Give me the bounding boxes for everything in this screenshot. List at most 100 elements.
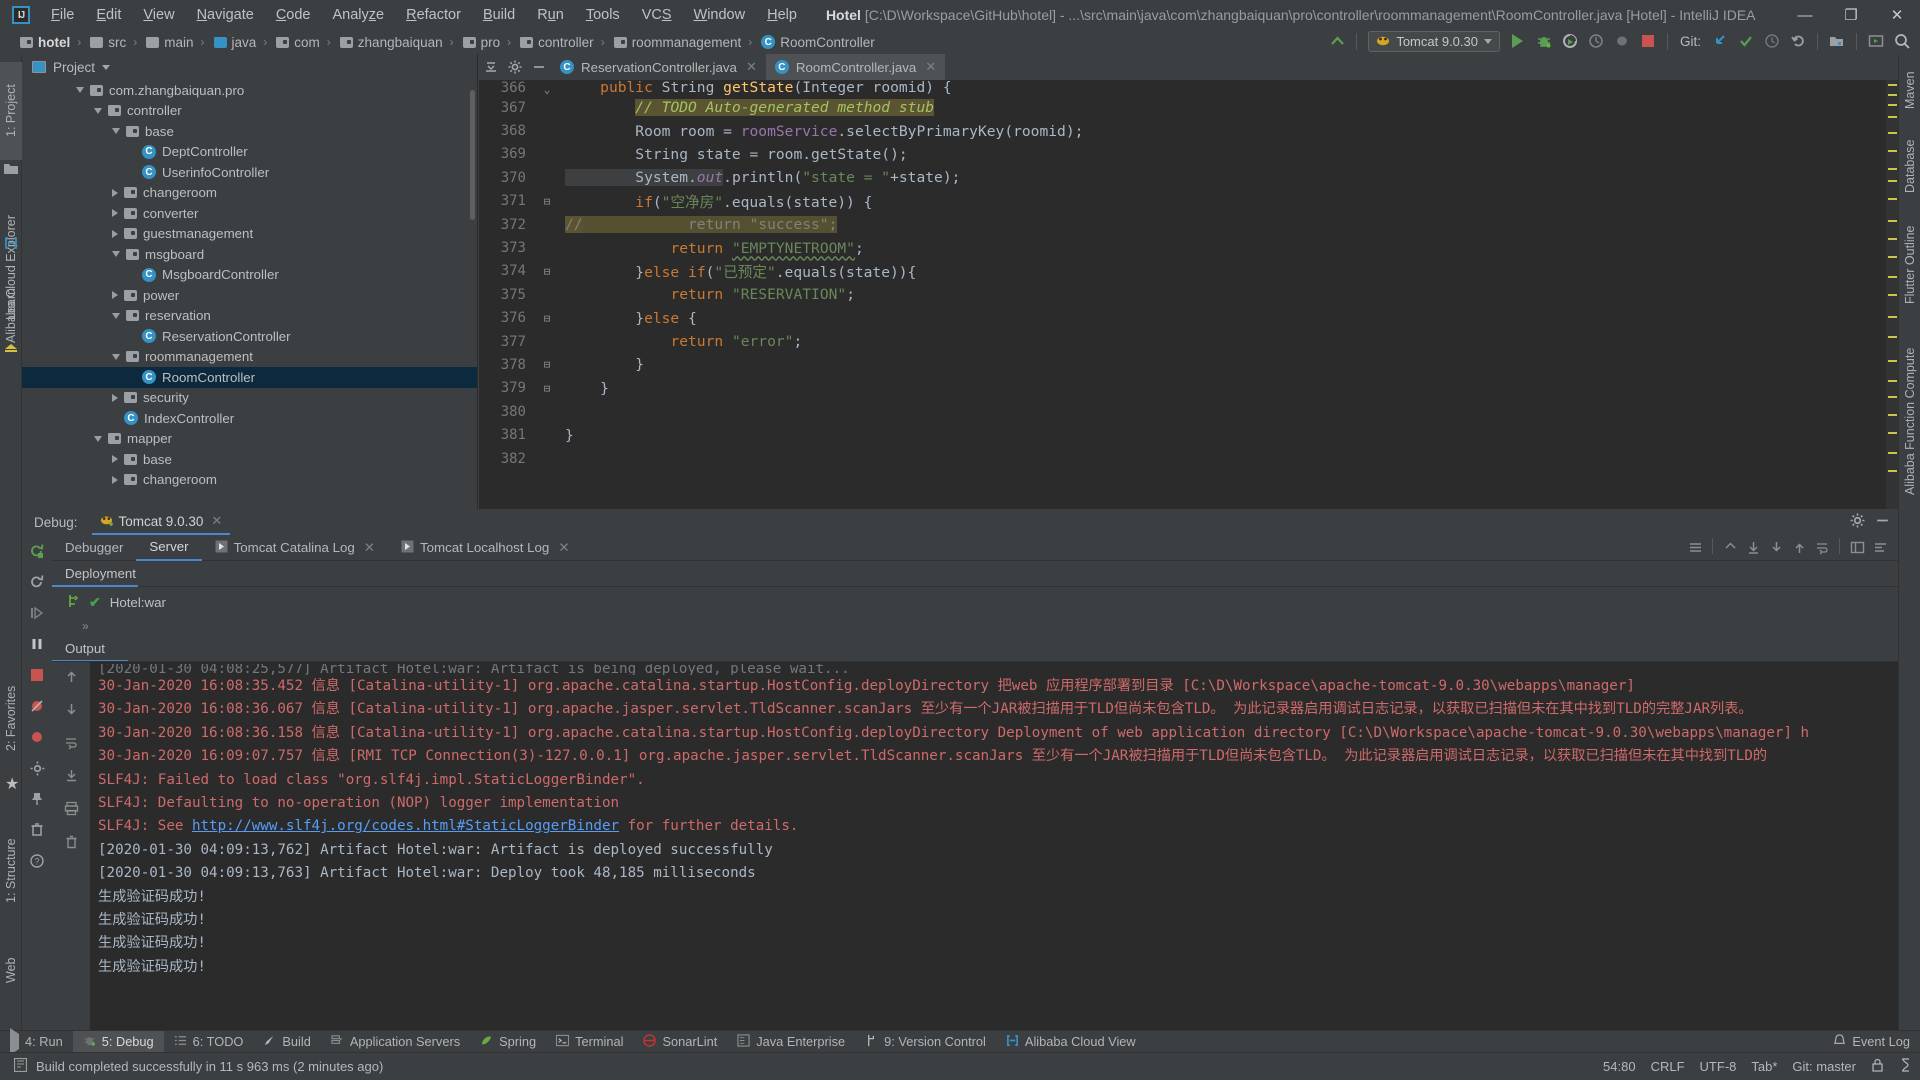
close-icon[interactable]: ✕ — [364, 540, 375, 556]
toolwindow-alibaba-cloud-view[interactable]: Alibaba Cloud View — [996, 1031, 1146, 1053]
help-icon[interactable]: ? — [27, 851, 47, 871]
breadcrumb-item-pro[interactable]: pro — [457, 35, 500, 50]
menu-help[interactable]: Help — [756, 3, 808, 27]
code-line[interactable]: 371 ⊟ if("空净房".equals(state)) { — [479, 190, 1898, 213]
sidebar-item-learn[interactable]: Learn — [0, 276, 22, 332]
indent-setting[interactable]: Tab* — [1751, 1059, 1777, 1074]
tree-node[interactable]: com.zhangbaiquan.pro — [22, 80, 477, 101]
sidebar-item-database[interactable]: Database — [1899, 130, 1920, 202]
debug-button[interactable] — [1532, 29, 1556, 53]
run-button[interactable] — [1506, 29, 1530, 53]
deployment-tab[interactable]: Deployment — [52, 561, 138, 587]
history-icon[interactable] — [1760, 29, 1784, 53]
tab-tomcat-localhost-log[interactable]: Tomcat Localhost Log ✕ — [388, 535, 583, 561]
fold-collapse-icon[interactable]: ⊟ — [535, 382, 559, 395]
deployment-artifact-row[interactable]: ✔ Hotel:war — [52, 587, 1898, 611]
sidebar-item-flutter-outline[interactable]: Flutter Outline — [1899, 212, 1920, 318]
menu-view[interactable]: View — [132, 3, 185, 27]
event-log-button[interactable]: Event Log — [1833, 1033, 1920, 1050]
tree-node[interactable]: base — [22, 449, 477, 470]
fold-collapse-icon[interactable]: ⊟ — [535, 312, 559, 325]
sidebar-item-favorites[interactable]: 2: Favorites — [0, 664, 22, 772]
menu-analyze[interactable]: Analyze — [322, 3, 396, 27]
soft-wrap-icon[interactable] — [1812, 538, 1832, 558]
code-line[interactable]: 372 // return "success"; — [479, 213, 1898, 236]
tree-node[interactable]: C MsgboardController — [22, 265, 477, 286]
list-icon[interactable] — [1685, 538, 1705, 558]
collapse-arrow-icon[interactable] — [112, 393, 118, 402]
tree-node[interactable]: C UserinfoController — [22, 162, 477, 183]
close-button[interactable]: ✕ — [1874, 0, 1920, 30]
toolwindow-spring[interactable]: Spring — [470, 1031, 546, 1053]
tree-node[interactable]: roommanagement — [22, 347, 477, 368]
deployment-expand[interactable]: » — [52, 619, 1898, 633]
editor-marker-gutter[interactable] — [1886, 80, 1898, 509]
attach-debugger-icon[interactable] — [1610, 29, 1634, 53]
line-separator[interactable]: CRLF — [1651, 1059, 1685, 1074]
fold-collapse-icon[interactable]: ⊟ — [535, 195, 559, 208]
menu-file[interactable]: File — [40, 3, 85, 27]
hide-panel-icon[interactable] — [527, 55, 551, 79]
console-output[interactable]: [2020-01-30 04:08:25,577] Artifact Hotel… — [90, 662, 1898, 1052]
expand-arrow-icon[interactable] — [94, 435, 102, 442]
expand-arrow-icon[interactable] — [112, 312, 120, 319]
tree-node[interactable]: C ReservationController — [22, 326, 477, 347]
code-line[interactable]: 370 System.out.println("state = "+state)… — [479, 166, 1898, 189]
code-line[interactable]: 368 Room room = roomService.selectByPrim… — [479, 119, 1898, 142]
rerun-icon[interactable] — [27, 541, 47, 561]
toolwindow-version-control[interactable]: 9: Version Control — [855, 1031, 996, 1053]
breadcrumb-item-roomcontroller[interactable]: C RoomController — [755, 35, 875, 50]
close-icon[interactable]: ✕ — [558, 540, 569, 556]
mute-breakpoints-icon[interactable] — [27, 696, 47, 716]
profile-button[interactable] — [1584, 29, 1608, 53]
tree-node[interactable]: guestmanagement — [22, 224, 477, 245]
layout-icon[interactable] — [1847, 538, 1867, 558]
select-in-project-icon[interactable] — [1825, 29, 1849, 53]
resume-icon[interactable] — [27, 603, 47, 623]
scroll-down-icon[interactable] — [61, 699, 81, 719]
close-icon[interactable]: ✕ — [211, 513, 222, 529]
update-project-icon[interactable] — [1325, 29, 1349, 53]
breadcrumb-item-java[interactable]: java — [208, 35, 256, 50]
editor-tab-roomcontroller[interactable]: C RoomController.java ✕ — [765, 54, 946, 80]
fold-collapse-icon[interactable]: ⊟ — [535, 358, 559, 371]
scroll-to-top-icon[interactable] — [1720, 538, 1740, 558]
collapse-arrow-icon[interactable] — [112, 291, 118, 300]
code-line[interactable]: 376 ⊟ }else { — [479, 307, 1898, 330]
update-from-vcs-icon[interactable] — [1708, 29, 1732, 53]
clear-all-icon[interactable] — [61, 831, 81, 851]
tree-node[interactable]: changeroom — [22, 183, 477, 204]
run-with-coverage-button[interactable] — [1558, 29, 1582, 53]
print-icon[interactable] — [61, 798, 81, 818]
hide-panel-icon[interactable] — [1875, 513, 1890, 531]
settings-icon[interactable] — [27, 758, 47, 778]
tree-node[interactable]: msgboard — [22, 244, 477, 265]
toolwindow-debug[interactable]: 5: Debug — [72, 1030, 164, 1053]
maximize-button[interactable]: ❐ — [1828, 0, 1874, 30]
tree-node[interactable]: C IndexController — [22, 408, 477, 429]
caret-position[interactable]: 54:80 — [1603, 1059, 1636, 1074]
menu-window[interactable]: Window — [683, 3, 757, 27]
breadcrumb-item-main[interactable]: main — [140, 35, 194, 50]
menu-build[interactable]: Build — [472, 3, 526, 27]
code-line[interactable]: 378 ⊟ } — [479, 353, 1898, 376]
pause-icon[interactable] — [27, 634, 47, 654]
expand-collapse-icon[interactable] — [479, 55, 503, 79]
tree-node[interactable]: controller — [22, 101, 477, 122]
code-line[interactable]: 382 — [479, 447, 1898, 470]
menu-edit[interactable]: Edit — [85, 3, 132, 27]
menu-refactor[interactable]: Refactor — [395, 3, 472, 27]
tab-tomcat-catalina-log[interactable]: Tomcat Catalina Log ✕ — [202, 535, 388, 561]
memory-indicator-icon[interactable] — [1899, 1057, 1912, 1075]
tab-debugger[interactable]: Debugger — [52, 535, 136, 561]
code-area[interactable]: 366 ⌄ public String getState(Integer room… — [479, 80, 1898, 509]
toolwindow-application-servers[interactable]: Application Servers — [321, 1031, 470, 1053]
code-line[interactable]: 367 // TODO Auto-generated method stub — [479, 96, 1898, 119]
tree-node[interactable]: reservation — [22, 306, 477, 327]
code-line[interactable]: 374 ⊟ }else if("已预定".equals(state)){ — [479, 260, 1898, 283]
code-line[interactable]: 380 — [479, 400, 1898, 423]
debug-session-tab[interactable]: Tomcat 9.0.30 ✕ — [91, 509, 231, 535]
gear-icon[interactable] — [503, 55, 527, 79]
code-line[interactable]: 373 return "EMPTYNETROOM"; — [479, 236, 1898, 259]
settings-gear-icon[interactable] — [1850, 513, 1865, 531]
